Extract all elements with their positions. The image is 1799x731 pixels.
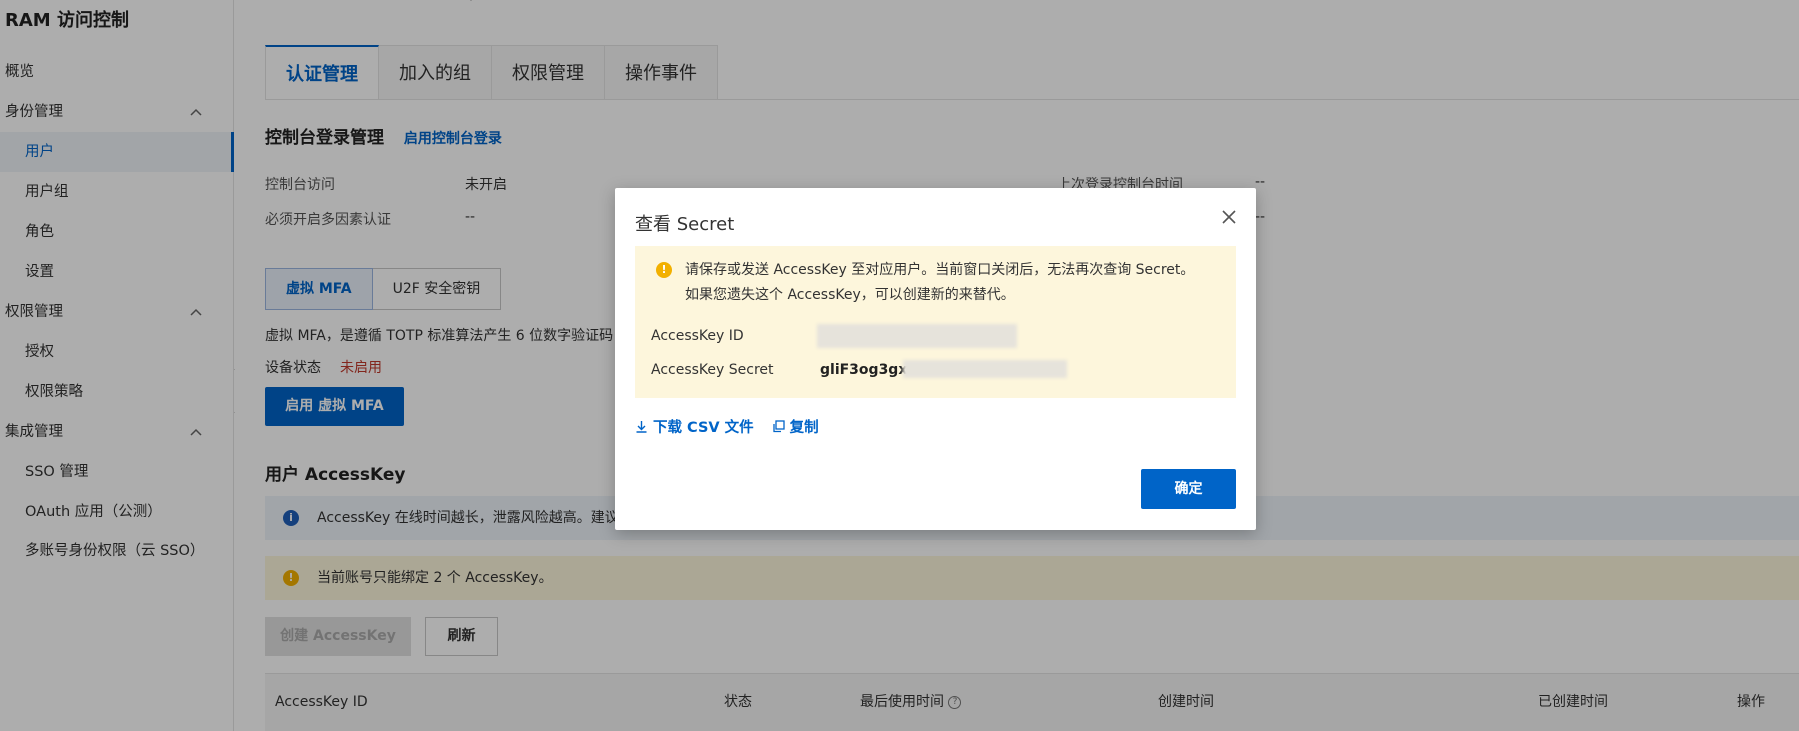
accesskey-secret-label: AccessKey Secret <box>651 362 774 378</box>
secret-notice-panel: ! 请保存或发送 AccessKey 至对应用户。当前窗口关闭后，无法再次查询 … <box>635 246 1236 398</box>
confirm-button[interactable]: 确定 <box>1141 469 1236 509</box>
copy-icon <box>773 420 785 433</box>
accesskey-secret-value: gliF3og3gx <box>820 362 908 378</box>
copy-link[interactable]: 复制 <box>772 416 819 437</box>
accesskey-id-redacted <box>817 324 1017 348</box>
accesskey-secret-redacted <box>903 360 1067 378</box>
warning-icon: ! <box>656 262 672 278</box>
view-secret-dialog: 查看 Secret ! 请保存或发送 AccessKey 至对应用户。当前窗口关… <box>615 188 1256 530</box>
dialog-title: 查看 Secret <box>635 214 735 235</box>
download-csv-link[interactable]: 下载 CSV 文件 <box>635 416 754 437</box>
download-csv-label: 下载 CSV 文件 <box>653 420 754 436</box>
copy-label: 复制 <box>789 420 819 436</box>
accesskey-id-label: AccessKey ID <box>651 328 744 344</box>
secret-actions: 下载 CSV 文件 复制 <box>635 416 819 437</box>
secret-notice-text: 请保存或发送 AccessKey 至对应用户。当前窗口关闭后，无法再次查询 Se… <box>685 262 1195 303</box>
download-icon <box>636 421 647 433</box>
close-icon[interactable] <box>1220 208 1238 226</box>
